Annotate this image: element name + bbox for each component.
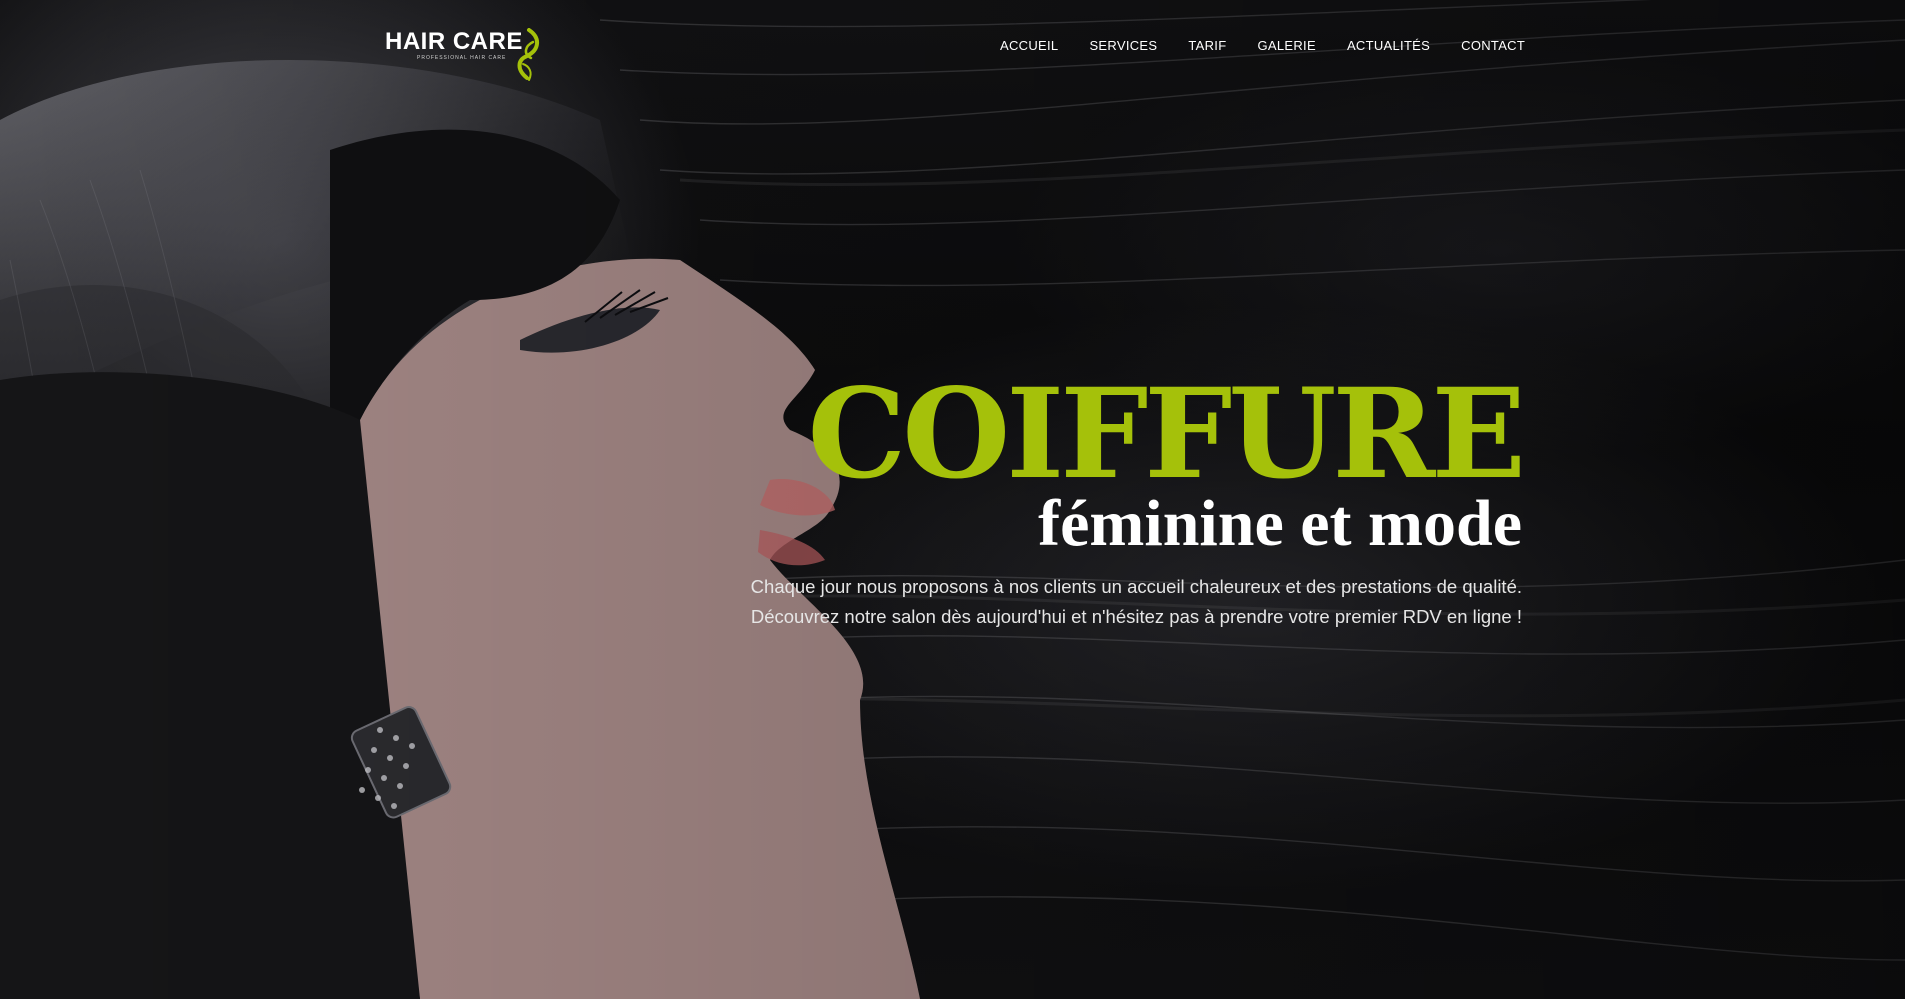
hero-description: Chaque jour nous proposons à nos clients… [702,572,1522,632]
nav-item-services[interactable]: SERVICES [1089,38,1157,53]
nav-item-actualites[interactable]: ACTUALITÉS [1347,38,1430,53]
brand-tagline: PROFESSIONAL HAIR CARE [417,55,507,61]
leaf-swirl-icon [517,28,539,81]
main-nav: ACCUEIL SERVICES TARIF GALERIE ACTUALITÉ… [1000,33,1525,57]
hero-section: HAIR CARE PROFESSIONAL HAIR CARE ACCUEIL… [0,0,1905,999]
site-header: HAIR CARE PROFESSIONAL HAIR CARE ACCUEIL… [0,0,1905,90]
hero-headline: COIFFURE [807,362,1526,507]
hero-text-block: COIFFURE féminine et mode Chaque jour no… [702,362,1526,632]
brand-logo-link[interactable]: HAIR CARE PROFESSIONAL HAIR CARE [385,28,545,84]
nav-item-tarif[interactable]: TARIF [1188,38,1226,53]
nav-item-contact[interactable]: CONTACT [1461,38,1525,53]
hero-description-line-1: Chaque jour nous proposons à nos clients… [750,576,1522,597]
nav-item-accueil[interactable]: ACCUEIL [1000,38,1058,53]
nav-item-galerie[interactable]: GALERIE [1257,38,1315,53]
hero-description-line-2: Découvrez notre salon dès aujourd'hui et… [750,606,1522,627]
